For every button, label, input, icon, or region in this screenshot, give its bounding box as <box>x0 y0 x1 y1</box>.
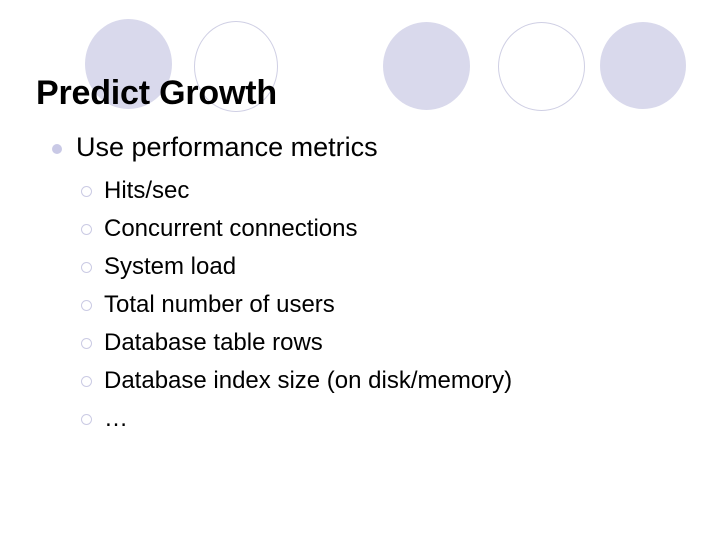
presentation-slide: Predict Growth Use performance metrics H… <box>0 0 720 540</box>
bullet-level2-label: Hits/sec <box>104 177 190 204</box>
ring-bullet-icon <box>81 376 92 387</box>
bullet-level2-label: System load <box>104 253 237 280</box>
bullet-level2-label: Concurrent connections <box>104 215 358 242</box>
bullet-level1: Use performance metrics <box>0 128 720 166</box>
slide-body: Use performance metrics Hits/sec Concurr… <box>0 128 720 438</box>
bullet-level2: Total number of users <box>0 286 720 324</box>
bullet-level2: System load <box>0 248 720 286</box>
ring-bullet-icon <box>81 414 92 425</box>
ring-bullet-icon <box>81 300 92 311</box>
bullet-level2-list: Hits/sec Concurrent connections System l… <box>0 172 720 438</box>
ring-bullet-icon <box>81 262 92 273</box>
bullet-level2: Database table rows <box>0 324 720 362</box>
ring-bullet-icon <box>81 338 92 349</box>
bullet-level2: … <box>0 400 720 438</box>
bullet-level2: Concurrent connections <box>0 210 720 248</box>
disc-bullet-icon <box>52 144 62 154</box>
slide-title: Predict Growth <box>36 73 277 112</box>
bullet-level2-label: … <box>104 405 128 432</box>
bullet-level2-label: Database table rows <box>104 329 323 356</box>
bullet-level2-label: Total number of users <box>104 291 335 318</box>
ring-bullet-icon <box>81 186 92 197</box>
bullet-level1-label: Use performance metrics <box>76 132 378 162</box>
bullet-level2: Database index size (on disk/memory) <box>0 362 720 400</box>
ring-bullet-icon <box>81 224 92 235</box>
bullet-level2-label: Database index size (on disk/memory) <box>104 367 513 394</box>
bullet-level2: Hits/sec <box>0 172 720 210</box>
